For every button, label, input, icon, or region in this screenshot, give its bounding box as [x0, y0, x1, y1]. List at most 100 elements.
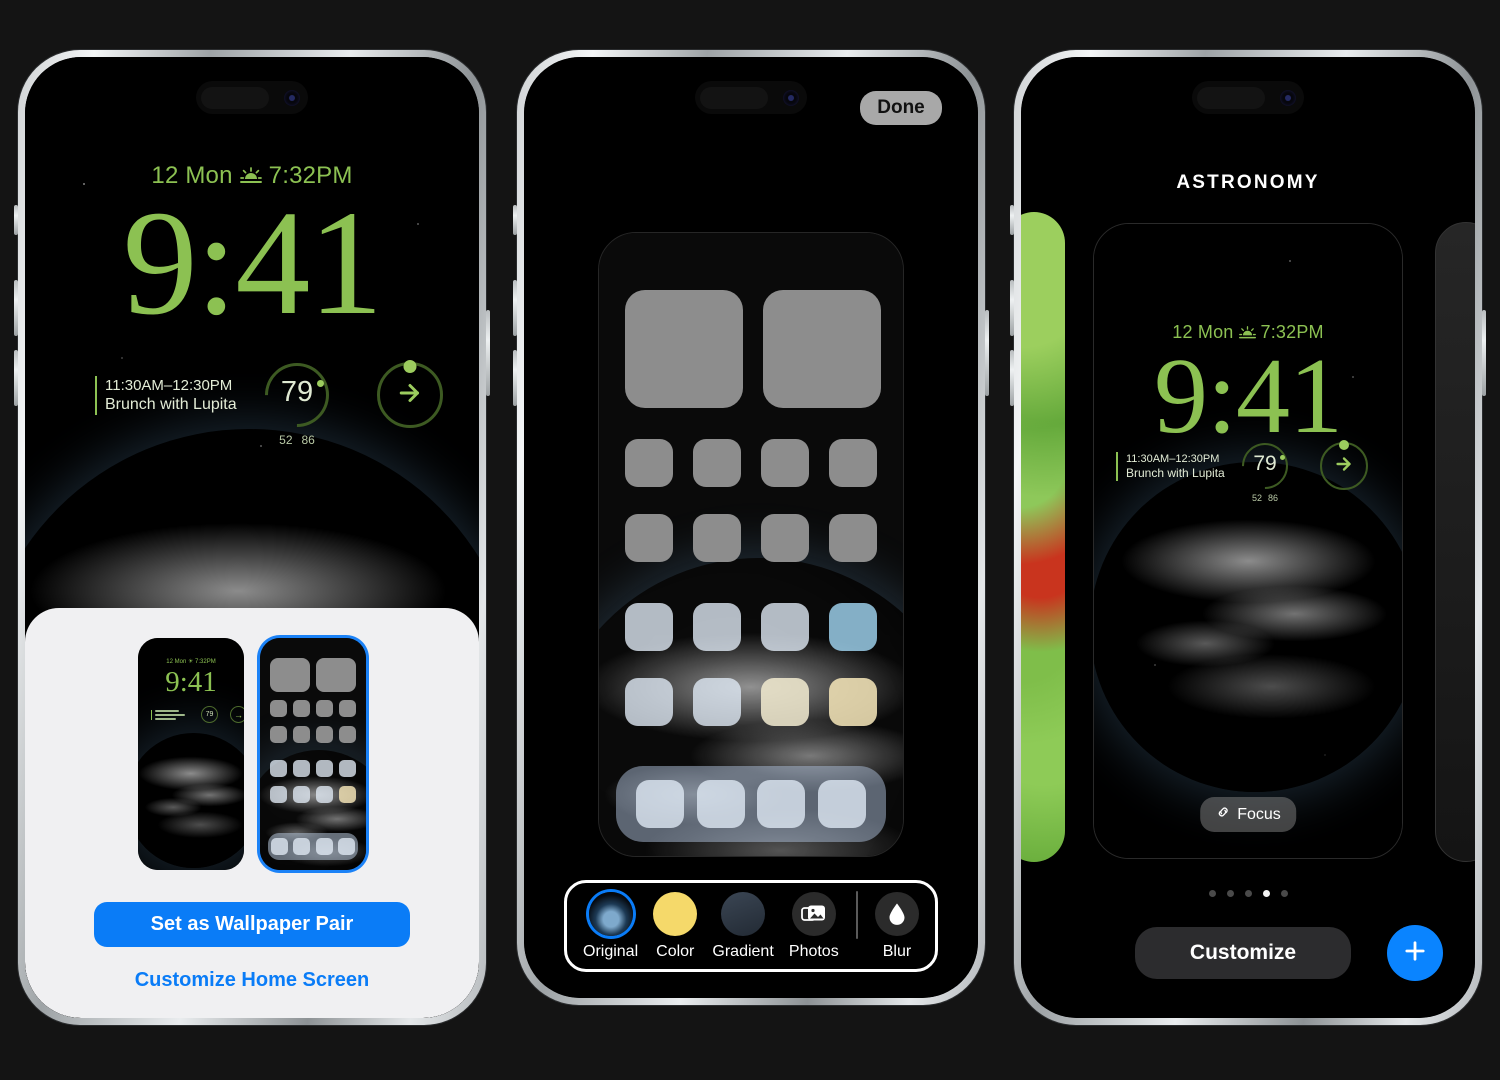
calendar-event-title: Brunch with Lupita	[1126, 465, 1225, 480]
lock-widget-row: 11:30AM–12:30PM Brunch with Lupita 79 52…	[1116, 433, 1368, 503]
temperature-high: 86	[301, 433, 315, 447]
home-screen-preview[interactable]	[260, 638, 366, 870]
page-indicator[interactable]	[1021, 890, 1475, 897]
power-button[interactable]	[1482, 310, 1486, 396]
next-wallpaper-peek[interactable]	[1435, 222, 1475, 862]
front-camera-icon	[284, 89, 300, 106]
app-icon[interactable]	[625, 439, 673, 487]
volume-up-button[interactable]	[1010, 280, 1014, 336]
volume-up-button[interactable]	[513, 280, 517, 336]
calendar-widget[interactable]: 11:30AM–12:30PM Brunch with Lupita	[95, 375, 245, 415]
gallery-category-title: ASTRONOMY	[1176, 172, 1320, 193]
set-as-wallpaper-pair-button[interactable]: Set as Wallpaper Pair	[94, 902, 410, 947]
app-icon[interactable]	[693, 678, 741, 726]
home-icon-row-3	[625, 603, 877, 651]
dock-app-icon[interactable]	[696, 780, 745, 828]
mute-switch[interactable]	[513, 205, 517, 235]
power-button[interactable]	[486, 310, 490, 396]
style-label: Blur	[882, 942, 912, 960]
earth-globe	[1094, 462, 1402, 792]
customize-home-screen-link[interactable]: Customize Home Screen	[135, 969, 370, 992]
dock-app-icon[interactable]	[817, 780, 866, 828]
link-icon	[1215, 804, 1231, 825]
app-icon[interactable]	[829, 439, 877, 487]
activity-widget[interactable]	[1320, 440, 1368, 490]
preview-home-grid	[260, 638, 366, 870]
front-camera-icon	[783, 89, 799, 106]
mute-switch[interactable]	[14, 205, 18, 235]
focus-button[interactable]: Focus	[1200, 797, 1296, 832]
app-icon[interactable]	[625, 603, 673, 651]
preview-lock-widgets: 79 →	[151, 706, 244, 723]
lock-screen-preview[interactable]: 12 Mon ☀ 7:32PM 9:41 79 →	[138, 638, 244, 870]
previous-wallpaper-peek[interactable]	[1021, 212, 1065, 862]
app-icon[interactable]	[625, 678, 673, 726]
add-wallpaper-button[interactable]	[1387, 925, 1443, 981]
island-pill	[201, 86, 269, 109]
volume-down-button[interactable]	[1010, 350, 1014, 406]
home-icon-row-4	[625, 678, 877, 726]
screenshot-root: 12 Mon 7:32PM 9:41 11:30AM–12:30PM Brunc…	[0, 0, 1500, 1080]
temperature-widget[interactable]: 79 52 86	[1232, 433, 1298, 503]
app-icon[interactable]	[761, 514, 809, 562]
customize-button[interactable]: Customize	[1135, 927, 1351, 979]
app-icon[interactable]	[761, 603, 809, 651]
current-wallpaper-card[interactable]: 12 Mon 7:32PM 9:41 11:30AM–12:30PM Brunc…	[1093, 223, 1403, 859]
island-pill	[1197, 86, 1265, 109]
temperature-widget[interactable]: 79 52 86	[251, 349, 343, 447]
volume-up-button[interactable]	[14, 280, 18, 336]
done-button[interactable]: Done	[860, 91, 942, 125]
dock-app-icon[interactable]	[636, 780, 685, 828]
app-icon[interactable]	[693, 439, 741, 487]
focus-label: Focus	[1237, 805, 1281, 823]
preview-activity-widget: →	[230, 706, 244, 723]
dynamic-island	[695, 81, 807, 114]
photos-icon	[791, 891, 836, 936]
arrow-right-icon	[1333, 453, 1355, 480]
page-dot[interactable]	[1226, 890, 1234, 897]
home-widget-large-1[interactable]	[625, 290, 743, 408]
style-option-gradient[interactable]: Gradient	[712, 891, 774, 961]
front-camera-icon	[1280, 89, 1296, 106]
style-option-blur[interactable]: Blur	[874, 891, 919, 961]
mute-switch[interactable]	[1010, 205, 1014, 235]
home-screen-edit-card[interactable]	[598, 232, 904, 857]
style-option-photos[interactable]: Photos	[789, 891, 839, 961]
style-option-color[interactable]: Color	[653, 891, 698, 961]
app-icon[interactable]	[829, 678, 877, 726]
home-icon-row-1	[625, 439, 877, 487]
power-button[interactable]	[985, 310, 989, 396]
style-label: Gradient	[712, 942, 774, 960]
volume-down-button[interactable]	[14, 350, 18, 406]
temperature-low: 52	[1251, 493, 1262, 503]
calendar-time-range: 11:30AM–12:30PM	[105, 376, 233, 394]
home-widget-large-2[interactable]	[763, 290, 881, 408]
app-icon[interactable]	[829, 603, 877, 651]
original-photo-swatch	[588, 891, 633, 936]
app-icon[interactable]	[761, 439, 809, 487]
app-icon[interactable]	[693, 514, 741, 562]
calendar-widget[interactable]: 11:30AM–12:30PM Brunch with Lupita	[1116, 451, 1228, 481]
dynamic-island	[1192, 81, 1304, 114]
lock-clock: 9:41	[122, 180, 384, 346]
island-pill	[700, 86, 768, 109]
app-icon[interactable]	[761, 678, 809, 726]
page-dot-active[interactable]	[1262, 890, 1270, 897]
page-dot[interactable]	[1244, 890, 1252, 897]
app-icon[interactable]	[625, 514, 673, 562]
tray-divider	[855, 891, 858, 939]
style-option-original[interactable]: Original	[583, 891, 638, 961]
arrow-right-icon	[395, 378, 425, 413]
dock-app-icon[interactable]	[757, 780, 806, 828]
page-dot[interactable]	[1280, 890, 1288, 897]
page-dot[interactable]	[1208, 890, 1216, 897]
style-label: Color	[656, 942, 695, 960]
activity-widget[interactable]	[377, 360, 443, 428]
phone-1-screen: 12 Mon 7:32PM 9:41 11:30AM–12:30PM Brunc…	[25, 57, 479, 1018]
home-icon-row-2	[625, 514, 877, 562]
app-icon[interactable]	[829, 514, 877, 562]
dynamic-island	[196, 81, 308, 114]
volume-down-button[interactable]	[513, 350, 517, 406]
calendar-time-range: 11:30AM–12:30PM	[1126, 452, 1220, 465]
app-icon[interactable]	[693, 603, 741, 651]
